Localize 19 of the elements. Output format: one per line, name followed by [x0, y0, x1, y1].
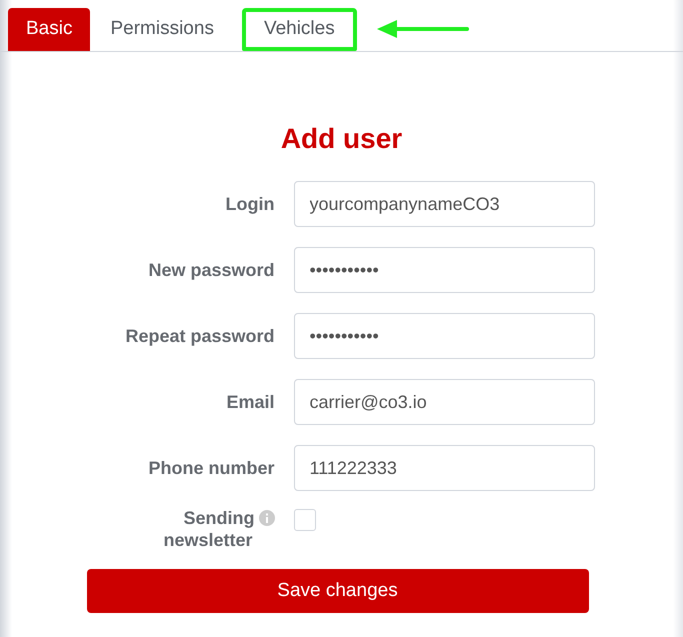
field-label: Login [224, 192, 274, 216]
field-label: Sending [184, 507, 254, 529]
save-button[interactable]: Save changes [86, 569, 588, 613]
input-field[interactable]: 111222333 [294, 445, 594, 491]
input-field[interactable]: yourcompanynameCO3 [294, 181, 594, 227]
field-label: Phone number [147, 456, 274, 480]
field-label: Email [225, 390, 274, 414]
field-label: Repeat password [124, 324, 274, 348]
field-label: newsletter [163, 529, 252, 551]
field-label: New password [147, 258, 274, 282]
arrow-icon [376, 19, 469, 39]
form-title: Add user [280, 123, 402, 155]
input-field[interactable]: ••••••••••• [294, 247, 594, 293]
tab[interactable]: Vehicles [242, 8, 357, 51]
input-field[interactable]: ••••••••••• [294, 313, 594, 359]
info-icon[interactable] [258, 510, 274, 526]
checkbox[interactable] [294, 509, 316, 531]
input-field[interactable]: carrier@co3.io [294, 379, 594, 425]
tab[interactable]: Basic [8, 8, 90, 51]
